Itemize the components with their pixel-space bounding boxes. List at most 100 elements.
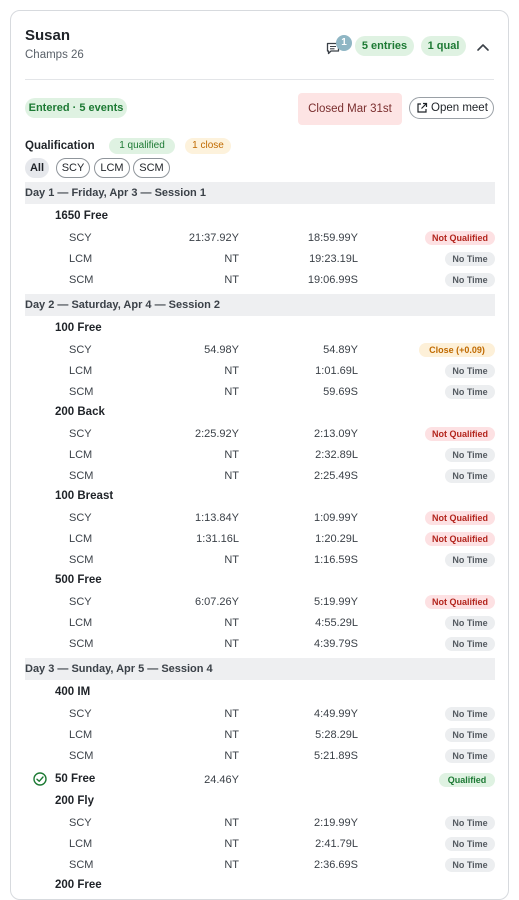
standard-time: 54.89Y	[323, 344, 358, 356]
course-label: LCM	[69, 617, 93, 629]
course-label: SCY	[69, 344, 92, 356]
best-time: 21:37.92Y	[188, 232, 239, 244]
not-qualified-badge: Not Qualified	[425, 532, 495, 546]
filter-lcm[interactable]: LCM	[94, 158, 130, 178]
time-row: SCM NT 2:36.69S No Time	[25, 856, 495, 876]
event-name: 200 Back	[55, 406, 105, 418]
best-time: NT	[224, 386, 239, 398]
event-name: 500 Free	[55, 574, 102, 586]
event-name: 1650 Free	[55, 210, 109, 222]
course-label: SCM	[69, 274, 94, 286]
no-time-badge: No Time	[445, 858, 495, 872]
time-row: LCM NT 5:28.29L No Time	[25, 726, 495, 746]
best-time: 1:31.16L	[196, 533, 239, 545]
event-name: 100 Free	[55, 322, 102, 334]
not-qualified-badge: Not Qualified	[425, 427, 495, 441]
filter-scy[interactable]: SCY	[56, 158, 90, 178]
course-label: SCY	[69, 512, 92, 524]
messages-button[interactable]: 1	[324, 35, 352, 62]
open-meet-button[interactable]: Open meet	[409, 97, 494, 119]
not-qualified-badge: Not Qualified	[425, 231, 495, 245]
time-row: SCM NT 4:39.79S No Time	[25, 635, 495, 655]
course-label: LCM	[69, 729, 93, 741]
best-time: NT	[224, 859, 239, 871]
event-name: 50 Free	[55, 773, 96, 785]
course-label: SCM	[69, 470, 94, 482]
standard-time: 2:36.69S	[313, 859, 358, 871]
time-row: SCM NT 59.69S No Time	[25, 383, 495, 403]
close-badge: Close (+0.09)	[419, 343, 495, 357]
best-time: 24.46Y	[204, 774, 239, 786]
time-row: SCY 21:37.92Y 18:59.99Y Not Qualified	[25, 229, 495, 249]
time-row: LCM 1:31.16L 1:20.29L Not Qualified	[25, 530, 495, 550]
open-meet-label: Open meet	[431, 102, 488, 114]
time-row: LCM NT 19:23.19L No Time	[25, 250, 495, 270]
no-time-badge: No Time	[445, 448, 495, 462]
best-time: NT	[224, 729, 239, 741]
best-time: NT	[224, 253, 239, 265]
standard-time: 4:39.79S	[313, 638, 358, 650]
standard-time: 1:01.69L	[315, 365, 358, 377]
standard-time: 4:49.99Y	[313, 708, 358, 720]
course-label: SCY	[69, 596, 92, 608]
athlete-card: Susan Champs 26 1 5 entries 1 qual Enter…	[10, 10, 509, 900]
no-time-badge: No Time	[445, 252, 495, 266]
standard-time: 1:16.59S	[313, 554, 358, 566]
qual-count-badge: 1 qual	[421, 36, 466, 56]
filter-all[interactable]: All	[25, 158, 49, 178]
time-row: LCM NT 1:01.69L No Time	[25, 362, 495, 382]
course-label: SCY	[69, 817, 92, 829]
qualified-count-badge: 1 qualified	[109, 138, 175, 154]
closed-date-banner: Closed Mar 31st	[298, 93, 402, 125]
standard-time: 4:55.29L	[315, 617, 358, 629]
time-row: SCM NT 5:21.89S No Time	[25, 747, 495, 767]
standard-time: 19:23.19L	[309, 253, 358, 265]
no-time-badge: No Time	[445, 616, 495, 630]
chevron-up-icon[interactable]	[475, 39, 491, 55]
course-label: SCM	[69, 859, 94, 871]
course-label: SCY	[69, 708, 92, 720]
time-row: LCM NT 2:32.89L No Time	[25, 446, 495, 466]
course-label: LCM	[69, 365, 93, 377]
time-row: SCY NT 4:49.99Y No Time	[25, 705, 495, 725]
event-name: 400 IM	[55, 686, 91, 698]
meet-name: Champs 26	[25, 49, 84, 61]
standard-time: 5:19.99Y	[313, 596, 358, 608]
best-time: NT	[224, 449, 239, 461]
best-time: NT	[224, 817, 239, 829]
best-time: NT	[224, 470, 239, 482]
standard-time: 2:13.09Y	[313, 428, 358, 440]
no-time-badge: No Time	[445, 837, 495, 851]
best-time: NT	[224, 638, 239, 650]
course-label: SCY	[69, 428, 92, 440]
course-label: SCM	[69, 554, 94, 566]
time-row: SCM NT 1:16.59S No Time	[25, 551, 495, 571]
no-time-badge: No Time	[445, 553, 495, 567]
standard-time: 2:19.99Y	[313, 817, 358, 829]
close-count-badge: 1 close	[185, 138, 231, 154]
best-time: 2:25.92Y	[194, 428, 239, 440]
qualified-event-row[interactable]: 50 Free 24.46Y Qualified	[25, 770, 495, 790]
standard-time: 2:41.79L	[315, 838, 358, 850]
best-time: 6:07.26Y	[194, 596, 239, 608]
qualification-label: Qualification	[25, 140, 95, 152]
filter-scm[interactable]: SCM	[133, 158, 170, 178]
time-row: SCM NT 2:25.49S No Time	[25, 467, 495, 487]
course-label: LCM	[69, 449, 93, 461]
course-label: SCM	[69, 750, 94, 762]
best-time: 1:13.84Y	[194, 512, 239, 524]
course-label: LCM	[69, 253, 93, 265]
day-header: Day 2 — Saturday, Apr 4 — Session 2	[25, 294, 495, 316]
external-link-icon	[417, 102, 428, 113]
message-count-badge: 1	[336, 35, 352, 51]
qualification-summary: Qualification 1 qualified 1 close	[25, 138, 495, 156]
event-name: 100 Breast	[55, 490, 114, 502]
no-time-badge: No Time	[445, 385, 495, 399]
standard-time: 2:32.89L	[315, 449, 358, 461]
event-name: 200 Fly	[55, 795, 94, 807]
no-time-badge: No Time	[445, 728, 495, 742]
standard-time: 18:59.99Y	[307, 232, 358, 244]
no-time-badge: No Time	[445, 273, 495, 287]
entries-badge: 5 entries	[355, 36, 414, 56]
day-header: Day 1 — Friday, Apr 3 — Session 1	[25, 182, 495, 204]
